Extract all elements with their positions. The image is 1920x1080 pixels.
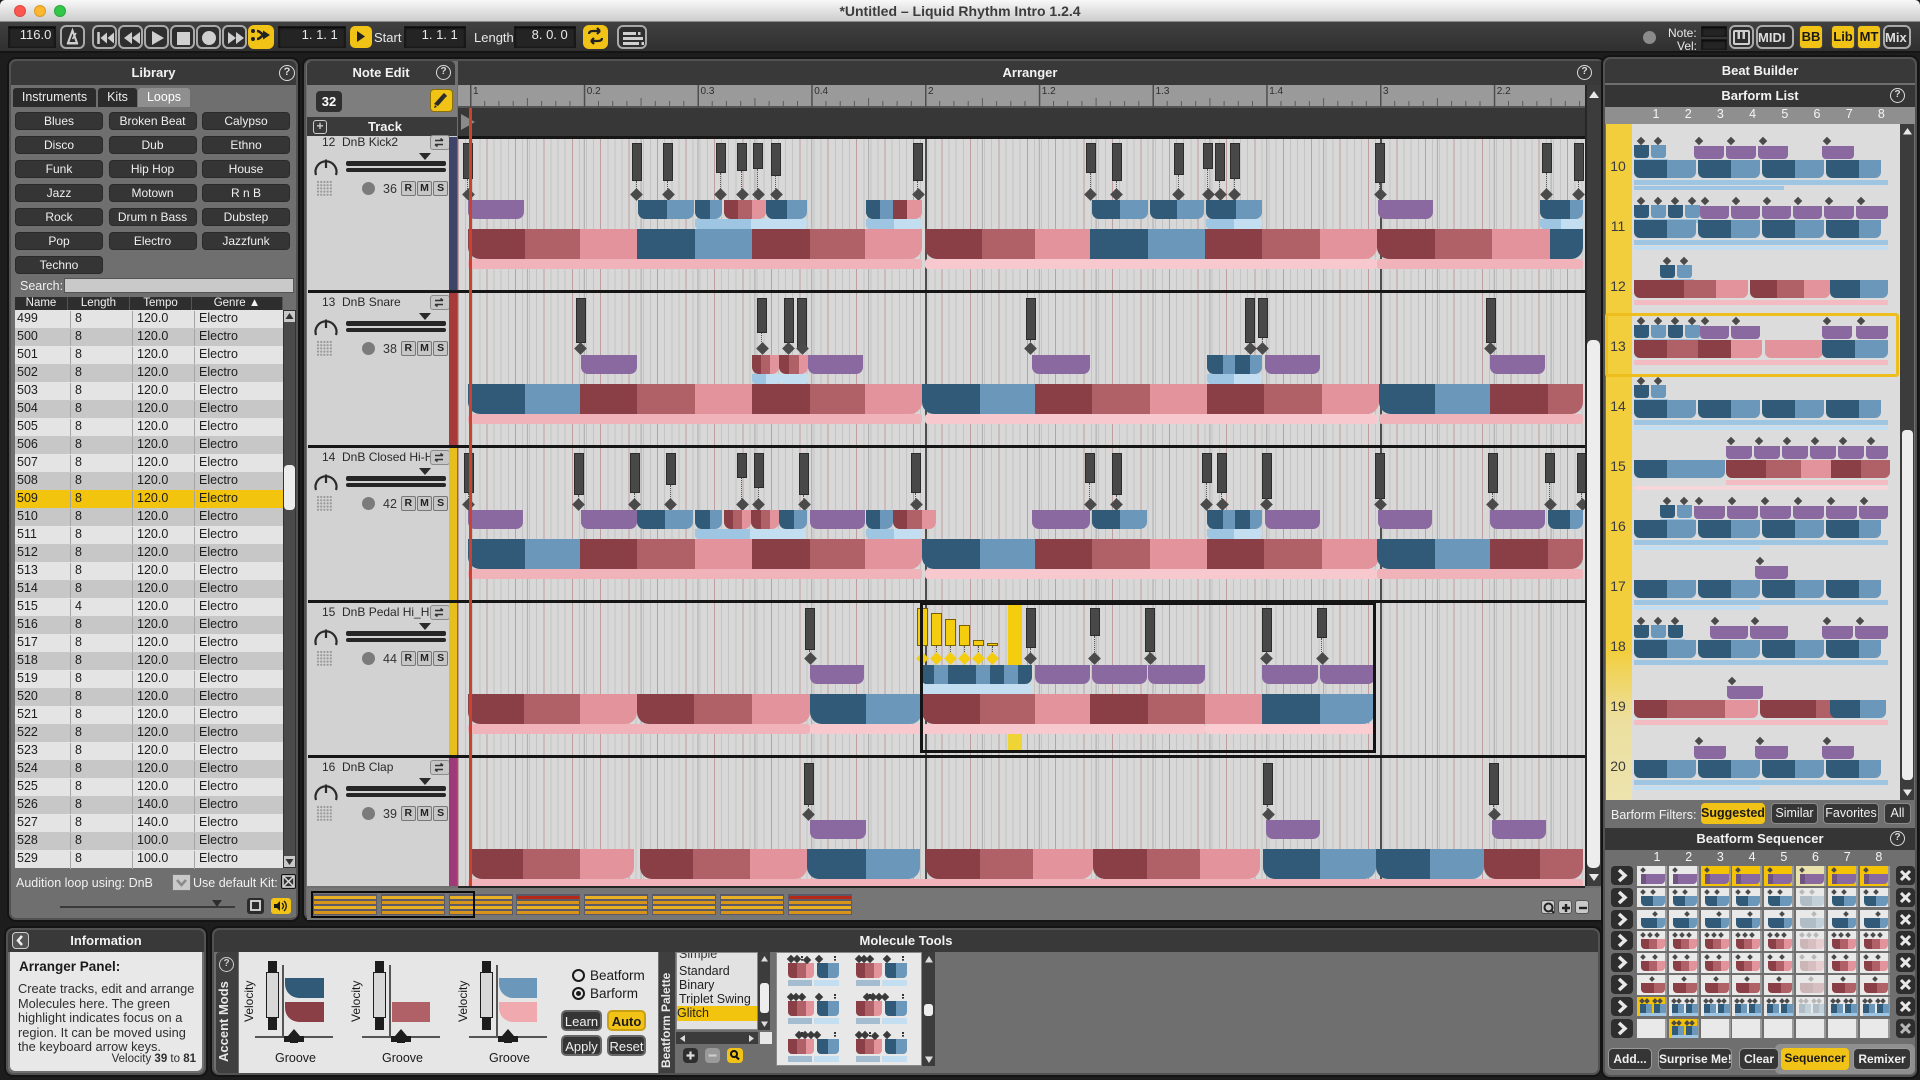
svg-text:2: 2 — [928, 86, 934, 97]
svg-text:3: 3 — [1383, 86, 1389, 97]
svg-text:0.4: 0.4 — [814, 86, 828, 97]
svg-text:0.2: 0.2 — [587, 86, 601, 97]
svg-text:2.2: 2.2 — [1497, 86, 1511, 97]
svg-text:0.3: 0.3 — [701, 86, 715, 97]
svg-text:1.2: 1.2 — [1042, 86, 1056, 97]
svg-text:1.4: 1.4 — [1269, 86, 1283, 97]
svg-text:1.3: 1.3 — [1156, 86, 1170, 97]
svg-text:1: 1 — [473, 86, 479, 97]
